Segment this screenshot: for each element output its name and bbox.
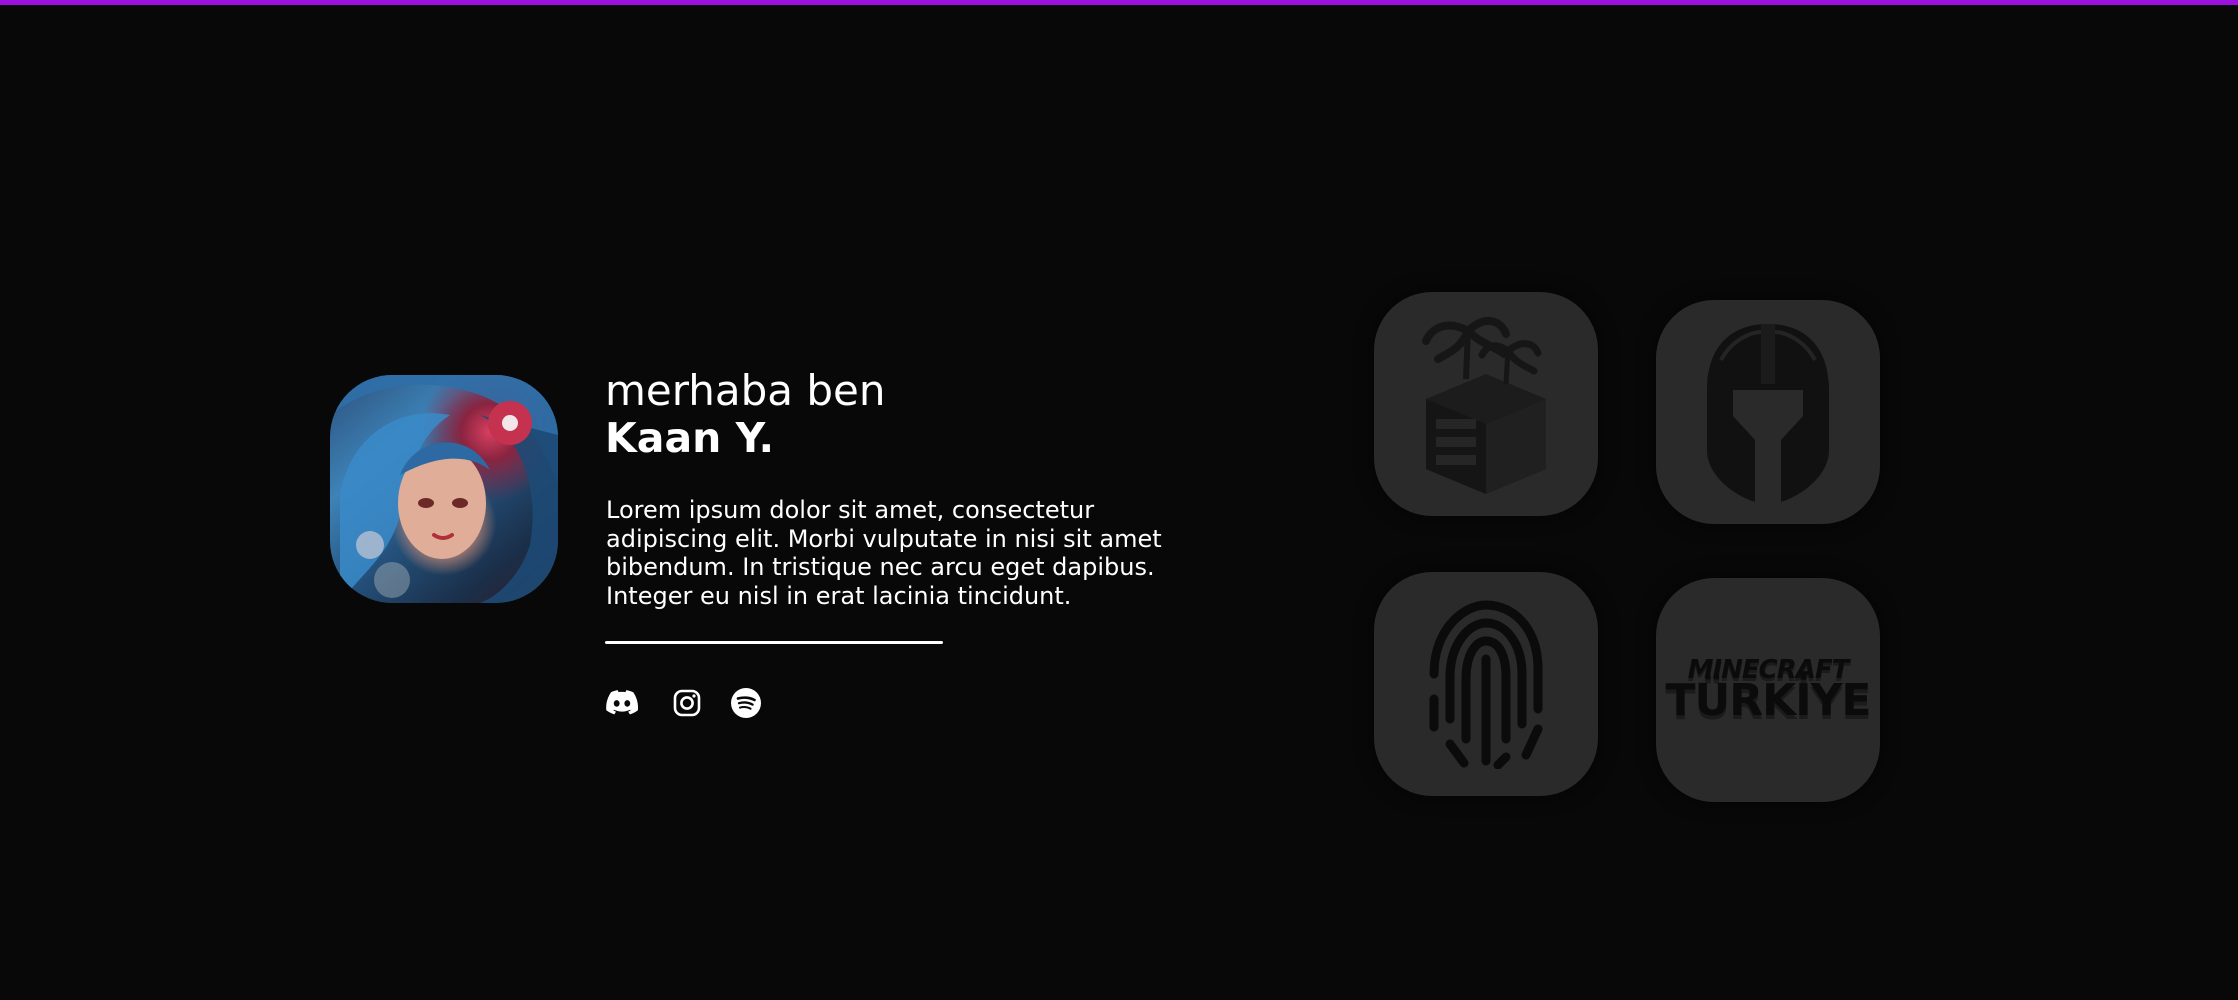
minecraft-turkiye-logo: MINECRAFT TÜRKİYE	[1665, 655, 1871, 726]
spotify-icon	[731, 688, 761, 718]
project-tile-fingerprint[interactable]	[1374, 572, 1598, 796]
spotify-link[interactable]	[729, 686, 763, 720]
project-tile-island[interactable]	[1374, 292, 1598, 516]
divider	[605, 641, 943, 644]
avatar-illustration	[330, 375, 558, 603]
instagram-link[interactable]	[670, 686, 704, 720]
island-server-icon	[1422, 317, 1546, 494]
spartan-helmet-icon	[1707, 323, 1829, 502]
fingerprint-icon	[1429, 600, 1543, 769]
discord-link[interactable]	[605, 686, 639, 720]
top-accent-bar	[0, 0, 2238, 5]
project-tile-spartan[interactable]	[1656, 300, 1880, 524]
project-tile-minecraft-turkiye[interactable]: MINECRAFT TÜRKİYE	[1656, 578, 1880, 802]
profile-name: Kaan Y.	[605, 414, 775, 462]
instagram-icon	[673, 689, 701, 717]
bio-text: Lorem ipsum dolor sit amet, consectetur …	[606, 496, 1162, 610]
discord-icon	[606, 690, 638, 715]
avatar	[330, 375, 558, 603]
greeting-text: merhaba ben	[605, 366, 886, 415]
